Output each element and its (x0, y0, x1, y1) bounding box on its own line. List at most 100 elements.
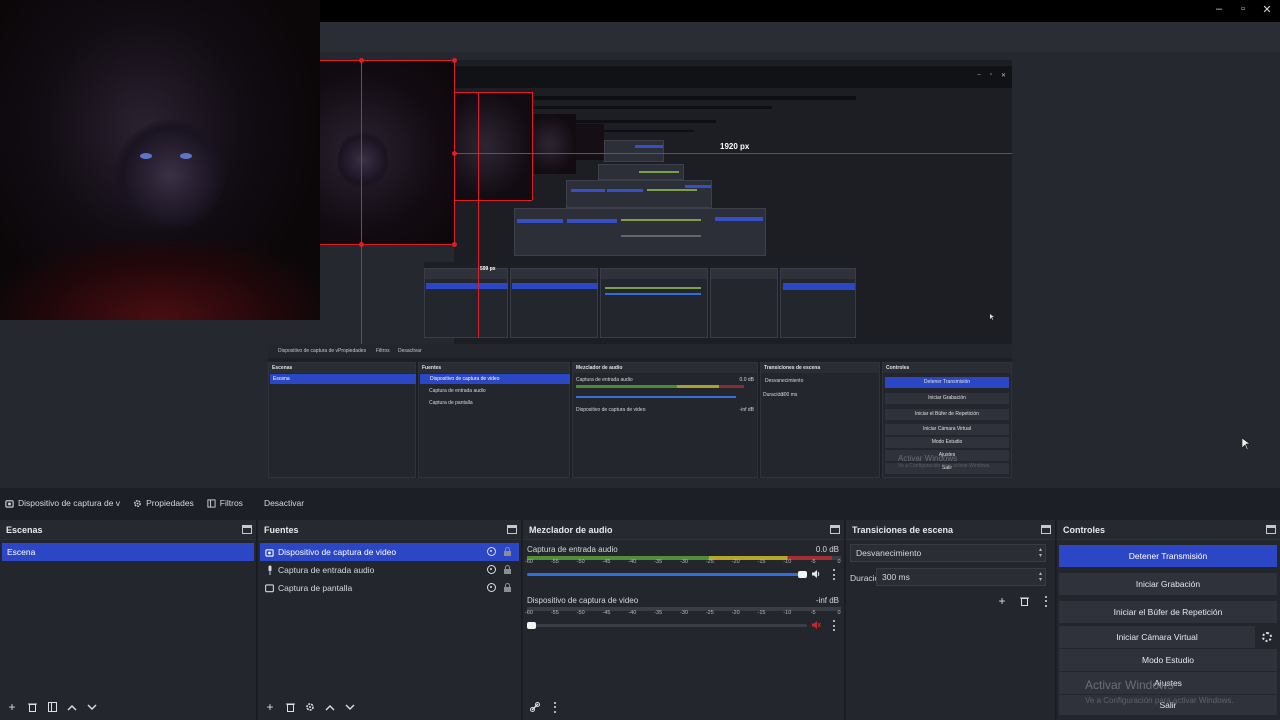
source-item-label: Dispositivo de captura de video (278, 547, 397, 557)
nested-webcam-face (338, 130, 388, 190)
activate-windows-subtitle: Ve a Configuración para activar Windows. (1085, 696, 1234, 705)
webcam-eye-right (180, 153, 192, 159)
volume-slider[interactable] (527, 622, 807, 629)
webcam-feed (0, 0, 320, 320)
transitions-title: Transiciones de escena (852, 524, 954, 535)
measure-line (320, 244, 454, 245)
nested-toolbar-source: Dispositivo de captura de v (278, 348, 339, 354)
controls-title: Controles (1063, 524, 1106, 535)
scene-item[interactable]: Escena (2, 543, 254, 561)
meter-tick-label: -50 (576, 610, 585, 616)
meter-tick-label: -25 (705, 610, 714, 616)
nested-webcam-4 (532, 114, 576, 174)
start-replay-buffer-button[interactable]: Iniciar el Búfer de Repetición (1059, 601, 1277, 623)
scenes-dock-header: Escenas (0, 520, 256, 540)
move-up-button[interactable] (64, 699, 80, 715)
measure-line (454, 92, 532, 93)
source-item-screen[interactable]: Captura de pantalla (260, 579, 519, 597)
move-up-button[interactable] (322, 699, 338, 715)
nested-mini-ui (514, 208, 766, 256)
transition-options-button[interactable] (1038, 593, 1054, 609)
source-item-audio[interactable]: Captura de entrada audio (260, 561, 519, 579)
visibility-eye-icon[interactable] (487, 583, 496, 592)
move-down-button[interactable] (342, 699, 358, 715)
filters-button[interactable]: Filtros (207, 492, 250, 514)
activate-windows-watermark: Activar Windows (1085, 678, 1174, 692)
properties-button[interactable]: Propiedades (133, 492, 201, 514)
nested-transitions-dock: Transiciones de escena Desvanecimiento D… (760, 362, 880, 478)
add-transition-button[interactable]: + (994, 593, 1010, 609)
visibility-eye-icon[interactable] (487, 547, 496, 556)
add-source-button[interactable]: + (262, 699, 278, 715)
transition-actions: + (994, 593, 1054, 609)
nested-strip (576, 120, 716, 123)
monitor-icon (265, 583, 274, 593)
source-properties-button[interactable] (302, 699, 318, 715)
start-virtual-camera-button[interactable]: Iniciar Cámara Virtual (1059, 626, 1255, 648)
maximize-icon[interactable]: ▫ (1238, 3, 1248, 16)
remove-transition-button[interactable] (1016, 593, 1032, 609)
source-item-video[interactable]: Dispositivo de captura de video (260, 543, 519, 561)
lock-icon[interactable] (504, 547, 511, 556)
mixer-menu-button[interactable] (833, 620, 836, 631)
close-icon[interactable]: ✕ (1262, 3, 1272, 16)
undock-icon[interactable] (507, 525, 517, 534)
nested-duration-value: 300 ms (781, 392, 798, 398)
duration-input[interactable]: 300 ms ▴ ▾ (876, 568, 1046, 586)
spinner-arrows-icon[interactable]: ▴ ▾ (1039, 571, 1042, 583)
speaker-icon[interactable] (811, 569, 821, 579)
virtual-camera-settings-icon[interactable] (1262, 632, 1272, 642)
trash-icon (27, 703, 37, 712)
select-arrows-icon: ▴ ▾ (1038, 547, 1042, 559)
camera-icon (5, 499, 14, 508)
remove-scene-button[interactable] (24, 699, 40, 715)
deactivate-button[interactable]: Desactivar (256, 498, 312, 508)
nested-scenes-dock: Escenas Escena (268, 362, 416, 478)
filter-icon (207, 498, 216, 508)
volume-slider[interactable] (527, 571, 807, 578)
nested-mini-ui (566, 180, 712, 208)
meter-tick-label: -55 (550, 559, 559, 565)
speaker-muted-icon[interactable] (811, 620, 821, 630)
transition-select-value: Desvanecimiento (856, 548, 922, 558)
visibility-eye-icon[interactable] (487, 565, 496, 574)
mixer-menu-button[interactable] (833, 569, 836, 580)
chevron-up-icon (325, 704, 335, 710)
undock-icon[interactable] (830, 525, 840, 534)
lock-icon[interactable] (504, 583, 511, 592)
move-down-button[interactable] (84, 699, 100, 715)
nested-transition-select: Desvanecimiento (765, 378, 804, 384)
measure-line (454, 153, 1012, 154)
nested-mixer-db: 0.0 dB (739, 377, 754, 383)
controls-dock-header: Controles (1057, 520, 1280, 540)
mixer-channel-db: 0.0 dB (815, 545, 839, 554)
mixer-channel-db: -inf dB (815, 596, 839, 605)
studio-mode-button[interactable]: Modo Estudio (1059, 649, 1277, 671)
advanced-audio-button[interactable] (527, 699, 543, 715)
nested-controls-title: Controles (883, 363, 1011, 373)
lock-icon[interactable] (504, 565, 511, 574)
undock-icon[interactable] (1041, 525, 1051, 534)
scene-filters-button[interactable] (44, 699, 60, 715)
source-name-button[interactable]: Dispositivo de captura de v (5, 492, 127, 514)
remove-source-button[interactable] (282, 699, 298, 715)
duration-value: 300 ms (882, 572, 910, 582)
meter-tick-label: -25 (705, 559, 714, 565)
filters-label: Filtros (219, 498, 243, 508)
gear-icon (306, 703, 314, 711)
start-recording-button[interactable]: Iniciar Grabación (1059, 573, 1277, 595)
stop-streaming-button[interactable]: Detener Transmisión (1059, 545, 1277, 567)
nested-mixer-dock: Mezclador de audio Captura de entrada au… (572, 362, 758, 478)
mixer-footer (523, 694, 844, 720)
undock-icon[interactable] (242, 525, 252, 534)
webcam-eye-left (140, 153, 152, 159)
preview-canvas[interactable]: – ▫ ✕ – ▫ ✕ 1920 px 599 px Dispositivo d… (0, 0, 1280, 488)
undock-icon[interactable] (1266, 525, 1276, 534)
nested-toolbar-properties: Propiedades (338, 348, 367, 354)
mouse-cursor-icon (1242, 438, 1250, 450)
measure-handle (452, 242, 457, 247)
transition-select[interactable]: Desvanecimiento ▴ ▾ (850, 544, 1046, 562)
mixer-options-button[interactable] (547, 699, 563, 715)
add-scene-button[interactable]: + (4, 699, 20, 715)
minimize-icon[interactable]: – (1214, 3, 1224, 16)
